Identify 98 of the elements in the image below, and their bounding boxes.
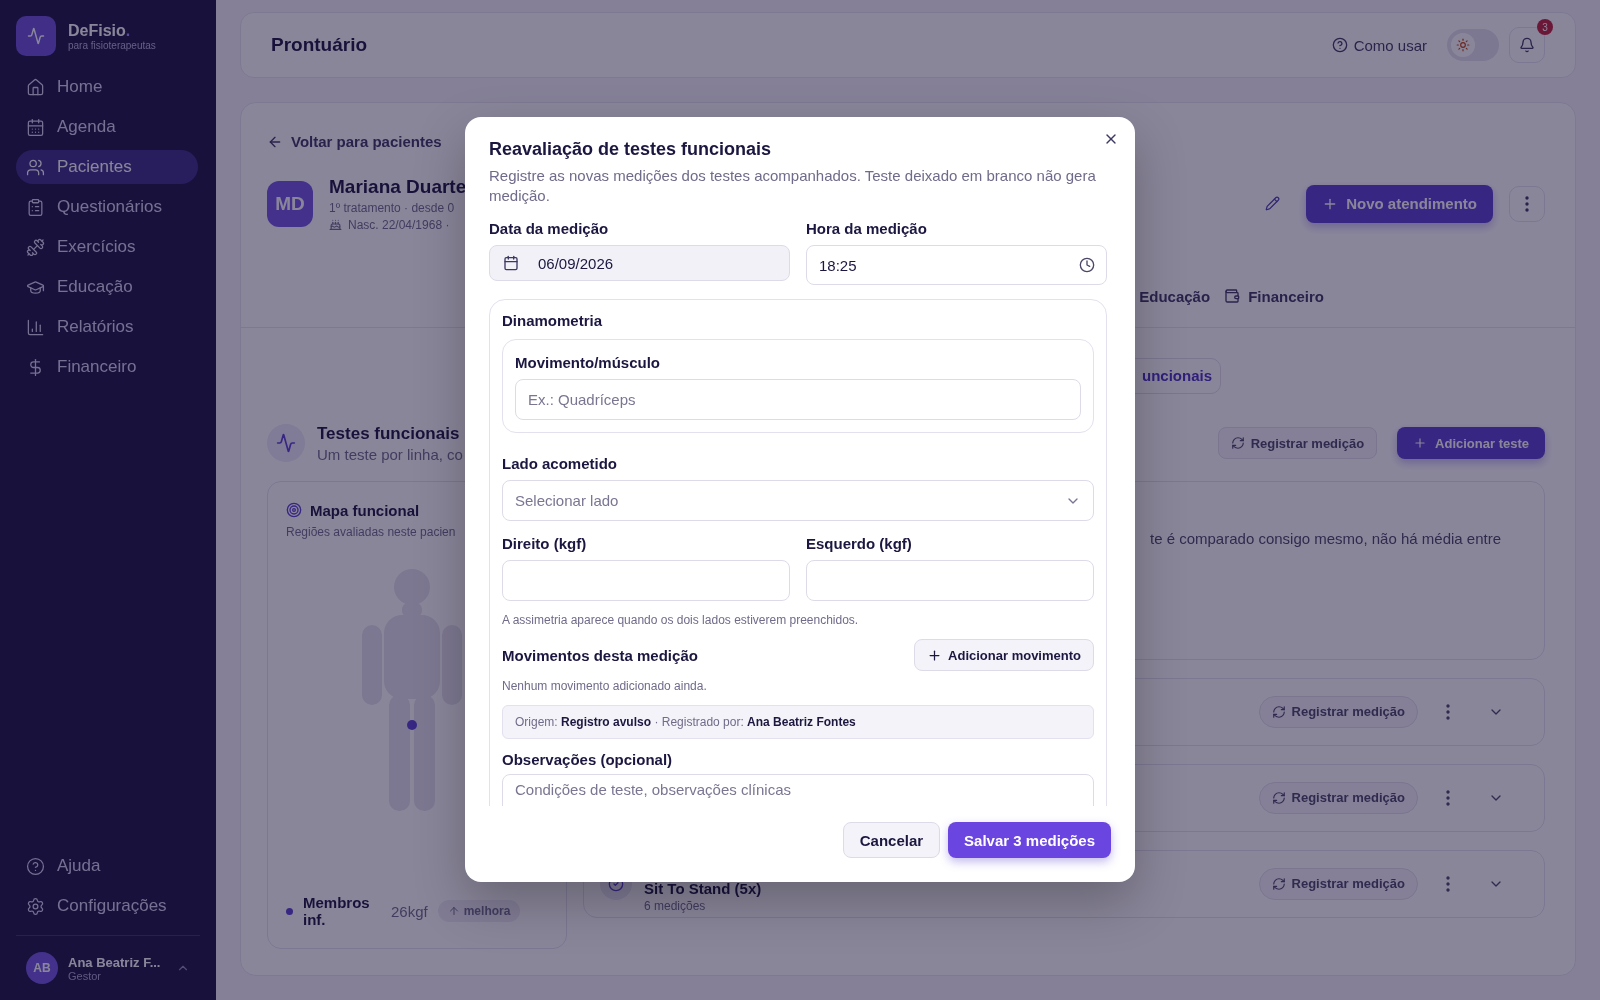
plus-icon (927, 647, 943, 663)
right-input[interactable] (502, 560, 790, 601)
hint-text: A assimetria aparece quando os dois lados estiverem preenchidos. (502, 613, 860, 627)
clock-icon[interactable] (1079, 257, 1095, 273)
notification-count: 3 (1537, 19, 1553, 35)
pencil-icon (1264, 196, 1280, 211)
add-test-button[interactable]: Adicionar teste (1397, 427, 1545, 459)
user-name: Ana Beatriz F... (68, 954, 162, 970)
field-label: Lado acometido (502, 455, 618, 472)
section-subtitle: Um teste por linha, co (317, 445, 463, 463)
logo-icon (16, 16, 56, 56)
nav-item[interactable]: Ajuda (16, 849, 198, 883)
page-title: Prontuário (271, 34, 369, 56)
nav-icon (26, 77, 45, 97)
field-label: Hora da medição (806, 220, 928, 237)
movements-title: Movimentos desta medição (502, 646, 698, 664)
refresh-icon (1271, 876, 1286, 891)
nav-item[interactable]: Home (16, 70, 198, 104)
tab[interactable]: Educação (1139, 287, 1211, 307)
patient-birth: Nasc. 22/04/1968 · (348, 217, 450, 232)
nav-item[interactable]: Exercícios (16, 230, 198, 264)
patient-info: 1º tratamento · desde 0 (329, 200, 455, 215)
activity-icon (267, 424, 305, 462)
help-icon (1331, 37, 1348, 53)
patient-name: Mariana Duarte (329, 175, 467, 198)
nav-item[interactable]: Pacientes (16, 150, 198, 184)
theme-toggle[interactable] (1447, 29, 1499, 61)
target-icon (286, 502, 302, 518)
new-appointment-button[interactable]: Novo atendimento (1306, 184, 1493, 223)
test-title: Dinamometria (502, 312, 604, 329)
brand-name: DeFisio. (68, 21, 132, 40)
more-icon (1446, 789, 1450, 806)
left-input[interactable] (806, 560, 1094, 601)
refresh-icon (1271, 704, 1286, 719)
back-link[interactable]: Voltar para pacientes (267, 133, 442, 150)
section-title: Testes funcionais (317, 423, 460, 444)
nav-item[interactable]: Configurações (16, 889, 198, 923)
nav-icon (26, 157, 45, 177)
nav-item[interactable]: Relatórios (16, 310, 198, 344)
sun-icon (1456, 38, 1470, 52)
trend-badge: melhora (437, 900, 521, 922)
field-label: Data da medição (489, 220, 610, 237)
modal-title: Reavaliação de testes funcionais (489, 139, 773, 160)
time-field[interactable]: 18:25 (806, 245, 1107, 285)
cake-icon (329, 218, 342, 231)
wallet-icon (1224, 288, 1241, 304)
legend-value: 26kgf (391, 902, 428, 920)
notes-field[interactable]: Condições de teste, observações clínicas (502, 774, 1094, 806)
refresh-icon (1271, 790, 1286, 805)
modal-description: Registre as novas medições dos testes acompanhados. Teste deixado em branco não gera medição. (489, 166, 1097, 206)
nav-item[interactable]: Educação (16, 270, 198, 304)
date-field[interactable]: 06/09/2026 (489, 245, 790, 281)
field-label: Movimento/músculo (515, 354, 661, 371)
register-button[interactable]: Registrar medição (1217, 427, 1378, 459)
nav-icon (26, 317, 45, 337)
help-link[interactable]: Como usar (1331, 36, 1427, 54)
nav-icon (26, 197, 45, 217)
user-role: Gestor (68, 969, 102, 982)
side-select[interactable]: Selecionar lado (502, 480, 1094, 521)
brand-tagline: para fisioterapeutas (68, 39, 156, 51)
patient-avatar: MD (267, 180, 313, 227)
settings-icon (26, 896, 45, 916)
help-icon (26, 856, 45, 876)
nav-item[interactable]: Questionários (16, 190, 198, 224)
more-icon (1446, 703, 1450, 720)
refresh-icon (1230, 436, 1245, 450)
test-count: 6 medições (644, 898, 707, 913)
save-button[interactable]: Salvar 3 medições (948, 822, 1111, 858)
legend-label: Membros inf. (303, 894, 371, 928)
field-label: Esquerdo (kgf) (806, 535, 913, 552)
bell-icon (1519, 37, 1535, 53)
register-button[interactable]: Registrar medição (1258, 695, 1418, 728)
calendar-icon (503, 255, 519, 271)
plus-icon (1413, 436, 1428, 450)
map-title: Mapa funcional (310, 501, 420, 519)
arrow-up-icon (447, 905, 460, 917)
register-button[interactable]: Registrar medição (1258, 867, 1418, 900)
nav-icon (26, 237, 45, 257)
nav-item[interactable]: Agenda (16, 110, 198, 144)
map-subtitle: Regiões avaliadas neste pacien (286, 524, 457, 539)
add-movement-button[interactable]: Adicionar movimento (914, 639, 1094, 671)
field-label: Observações (opcional) (502, 751, 674, 768)
movement-field[interactable]: Ex.: Quadríceps (515, 379, 1081, 420)
summary-text: te é comparado consigo mesmo, não há média entre (1150, 529, 1502, 547)
more-icon (1525, 195, 1529, 212)
field-label: Direito (kgf) (502, 535, 588, 552)
nav-icon (26, 117, 45, 137)
more-button[interactable] (1509, 185, 1545, 222)
cancel-button[interactable]: Cancelar (842, 822, 941, 858)
nav-item[interactable]: Financeiro (16, 350, 198, 384)
test-name: Sit To Stand (5x) (644, 879, 762, 897)
register-button[interactable]: Registrar medição (1258, 781, 1418, 814)
more-icon (1446, 875, 1450, 892)
empty-text: Nenhum movimento adicionado ainda. (502, 679, 708, 693)
user-avatar: AB (26, 952, 58, 984)
origin-info: Origem: Registro avulso · Registrado por: Ana Beatriz Fontes (502, 705, 1094, 739)
tab[interactable]: Financeiro (1224, 287, 1324, 307)
legend-dot (286, 907, 293, 915)
